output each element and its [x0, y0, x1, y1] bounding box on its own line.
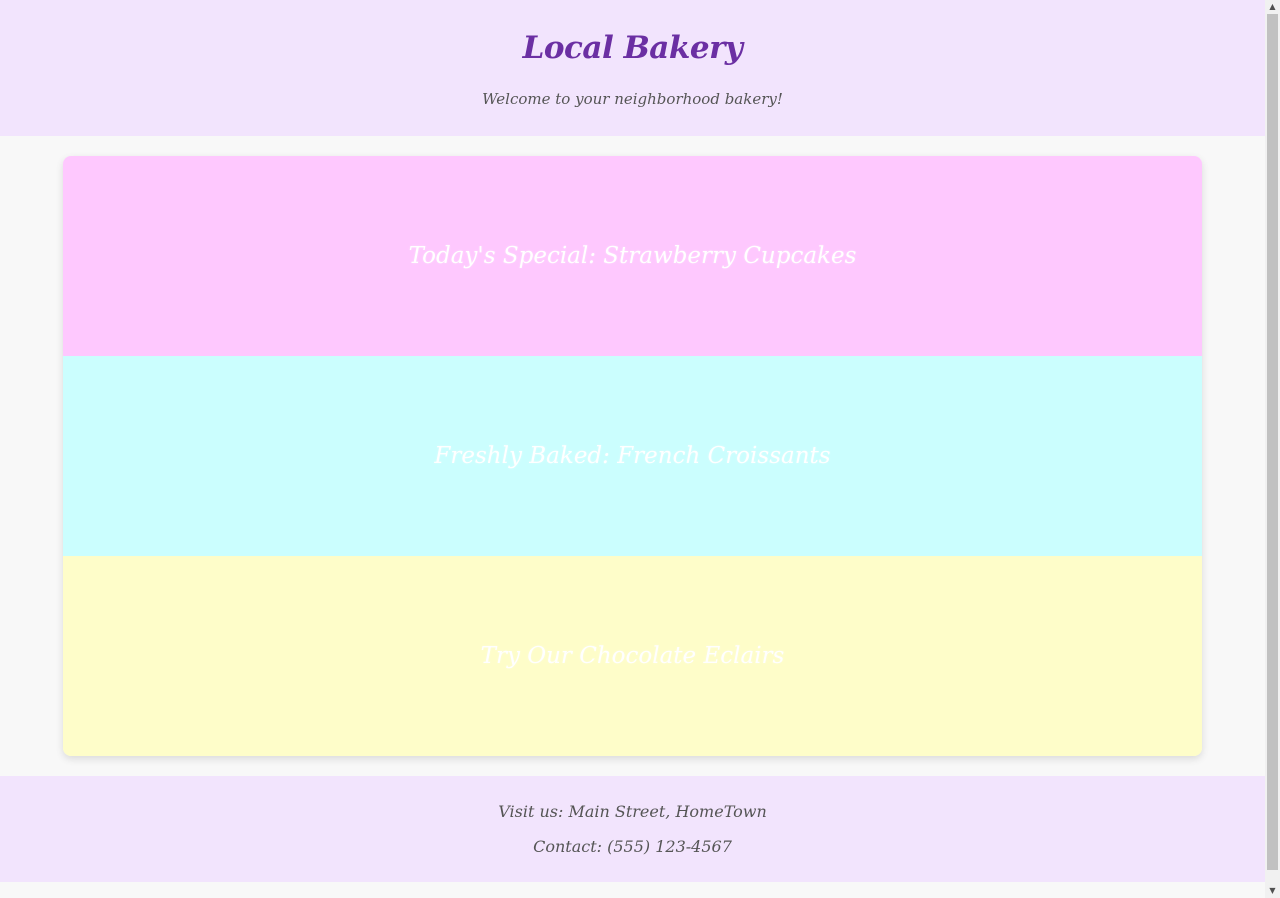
scroll-down-icon[interactable]: ▼: [1265, 884, 1280, 898]
vertical-scrollbar[interactable]: ▲ ▼: [1265, 0, 1280, 898]
slide-french-croissants: Freshly Baked: French Croissants: [63, 356, 1202, 556]
slide-strawberry-cupcakes: Today's Special: Strawberry Cupcakes: [63, 156, 1202, 356]
slide-label: Today's Special: Strawberry Cupcakes: [408, 243, 857, 269]
site-header: Local Bakery Welcome to your neighborhoo…: [0, 0, 1265, 136]
footer-address: Visit us: Main Street, HomeTown: [498, 802, 767, 821]
slide-chocolate-eclairs: Try Our Chocolate Eclairs: [63, 556, 1202, 756]
site-footer: Visit us: Main Street, HomeTown Contact:…: [0, 776, 1265, 882]
site-title: Local Bakery: [522, 30, 743, 66]
site-tagline: Welcome to your neighborhood bakery!: [482, 90, 783, 108]
page: Local Bakery Welcome to your neighborhoo…: [0, 0, 1265, 898]
scroll-thumb[interactable]: [1267, 14, 1278, 870]
specials-carousel: Today's Special: Strawberry Cupcakes Fre…: [63, 156, 1202, 756]
footer-contact: Contact: (555) 123-4567: [533, 837, 732, 856]
slide-label: Try Our Chocolate Eclairs: [480, 643, 785, 669]
scroll-up-icon[interactable]: ▲: [1265, 0, 1280, 14]
slide-label: Freshly Baked: French Croissants: [434, 443, 831, 469]
